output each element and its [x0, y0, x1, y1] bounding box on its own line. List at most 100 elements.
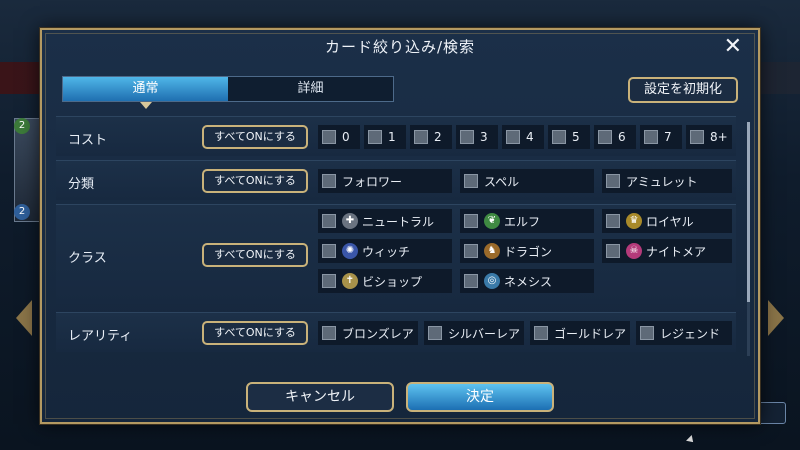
close-icon[interactable]: ✕ — [724, 36, 742, 58]
checkbox[interactable] — [322, 174, 336, 188]
checkbox[interactable] — [428, 326, 442, 340]
option-label: スペル — [484, 174, 520, 189]
option-label: ゴールドレア — [554, 326, 627, 341]
class-option-bishop[interactable]: ✝ ビショップ — [318, 269, 452, 293]
option-label: 2 — [434, 130, 442, 144]
option-label: 5 — [572, 130, 580, 144]
cost-option[interactable]: 7 — [640, 125, 682, 149]
checkbox[interactable] — [640, 326, 654, 340]
rarity-option[interactable]: シルバーレア — [424, 321, 524, 345]
checkbox[interactable] — [322, 274, 336, 288]
filter-list: コスト すべてONにする 0 1 2 3 4 5 6 7 8+ 分類 すべてON… — [56, 116, 746, 356]
checkbox[interactable] — [464, 274, 478, 288]
filter-row-type: 分類 すべてONにする フォロワー スペル アミュレット — [56, 160, 736, 200]
row-label-rarity: レアリティ — [68, 329, 133, 344]
cost-option[interactable]: 0 — [318, 125, 360, 149]
option-label: アミュレット — [626, 174, 698, 189]
checkbox[interactable] — [506, 130, 520, 144]
row-label-cost: コスト — [68, 133, 108, 148]
class-option-nightmare[interactable]: ☠ ナイトメア — [602, 239, 732, 263]
class-all-on-button[interactable]: すべてONにする — [202, 243, 308, 267]
confirm-button[interactable]: 決定 — [406, 382, 554, 412]
option-label: フォロワー — [342, 174, 403, 189]
row-label-type: 分類 — [68, 177, 95, 192]
scrollbar-thumb[interactable] — [747, 122, 750, 302]
page-left-arrow-icon[interactable] — [16, 300, 32, 336]
type-option[interactable]: アミュレット — [602, 169, 732, 193]
rarity-option[interactable]: レジェンド — [636, 321, 732, 345]
filter-row-rarity: レアリティ すべてONにする ブロンズレア シルバーレア ゴールドレア レジェン… — [56, 312, 736, 352]
type-option[interactable]: スペル — [460, 169, 594, 193]
option-label: ナイトメア — [646, 244, 707, 259]
checkbox[interactable] — [464, 214, 478, 228]
filter-dialog: カード絞り込み/検索 ✕ 通常 詳細 設定を初期化 コスト すべてONにする 0… — [40, 28, 760, 424]
type-all-on-button[interactable]: すべてONにする — [202, 169, 308, 193]
cost-option[interactable]: 5 — [548, 125, 590, 149]
class-option-elf[interactable]: ❦ エルフ — [460, 209, 594, 233]
cost-all-on-button[interactable]: すべてONにする — [202, 125, 308, 149]
option-label: ネメシス — [504, 274, 553, 289]
rarity-option[interactable]: ブロンズレア — [318, 321, 418, 345]
nemesis-class-icon: ◎ — [484, 273, 500, 289]
class-option-dragon[interactable]: ♞ ドラゴン — [460, 239, 594, 263]
dragon-class-icon: ♞ — [484, 243, 500, 259]
cost-option[interactable]: 2 — [410, 125, 452, 149]
witch-class-icon: ✺ — [342, 243, 358, 259]
checkbox[interactable] — [690, 130, 704, 144]
checkbox[interactable] — [606, 174, 620, 188]
checkbox[interactable] — [598, 130, 612, 144]
tab-detail[interactable]: 詳細 — [228, 77, 393, 101]
cost-option[interactable]: 8+ — [686, 125, 732, 149]
option-label: 1 — [388, 130, 396, 144]
option-label: 6 — [618, 130, 626, 144]
checkbox[interactable] — [322, 244, 336, 258]
option-label: ニュートラル — [362, 214, 435, 229]
checkbox[interactable] — [644, 130, 658, 144]
page-right-arrow-icon[interactable] — [768, 300, 784, 336]
filter-row-class: クラス すべてONにする ✚ ニュートラル ❦ エルフ ♛ ロイヤル ✺ ウィッチ ♞ ド… — [56, 204, 736, 304]
option-label: レジェンド — [660, 326, 721, 341]
option-label: ビショップ — [362, 274, 423, 289]
class-option-nemesis[interactable]: ◎ ネメシス — [460, 269, 594, 293]
checkbox[interactable] — [606, 214, 620, 228]
cost-option[interactable]: 6 — [594, 125, 636, 149]
bishop-class-icon: ✝ — [342, 273, 358, 289]
option-label: ウィッチ — [362, 244, 411, 259]
option-label: ドラゴン — [504, 244, 553, 259]
checkbox[interactable] — [464, 244, 478, 258]
cost-option[interactable]: 3 — [456, 125, 498, 149]
filter-row-cost: コスト すべてONにする 0 1 2 3 4 5 6 7 8+ — [56, 116, 736, 156]
option-label: ロイヤル — [646, 214, 694, 229]
checkbox[interactable] — [534, 326, 548, 340]
checkbox[interactable] — [606, 244, 620, 258]
rarity-option[interactable]: ゴールドレア — [530, 321, 630, 345]
cost-option[interactable]: 4 — [502, 125, 544, 149]
checkbox[interactable] — [460, 130, 474, 144]
elf-class-icon: ❦ — [484, 213, 500, 229]
class-option-neutral[interactable]: ✚ ニュートラル — [318, 209, 452, 233]
checkbox[interactable] — [464, 174, 478, 188]
checkbox[interactable] — [552, 130, 566, 144]
cost-option[interactable]: 1 — [364, 125, 406, 149]
checkbox[interactable] — [322, 326, 336, 340]
type-option[interactable]: フォロワー — [318, 169, 452, 193]
checkbox[interactable] — [322, 130, 336, 144]
checkbox[interactable] — [368, 130, 382, 144]
cancel-button[interactable]: キャンセル — [246, 382, 394, 412]
checkbox[interactable] — [322, 214, 336, 228]
option-label: エルフ — [504, 214, 541, 229]
class-option-witch[interactable]: ✺ ウィッチ — [318, 239, 452, 263]
nightmare-class-icon: ☠ — [626, 243, 642, 259]
option-label: 0 — [342, 130, 350, 144]
option-label: 7 — [664, 130, 672, 144]
dialog-title: カード絞り込み/検索 — [324, 38, 476, 56]
option-label: シルバーレア — [448, 326, 521, 341]
rarity-all-on-button[interactable]: すべてONにする — [202, 321, 308, 345]
background-cost-gem-top: 2 — [14, 118, 30, 134]
tab-normal[interactable]: 通常 — [63, 77, 228, 109]
reset-settings-button[interactable]: 設定を初期化 — [628, 77, 738, 103]
class-option-royal[interactable]: ♛ ロイヤル — [602, 209, 732, 233]
row-label-class: クラス — [68, 251, 107, 266]
checkbox[interactable] — [414, 130, 428, 144]
option-label: ブロンズレア — [342, 326, 414, 341]
